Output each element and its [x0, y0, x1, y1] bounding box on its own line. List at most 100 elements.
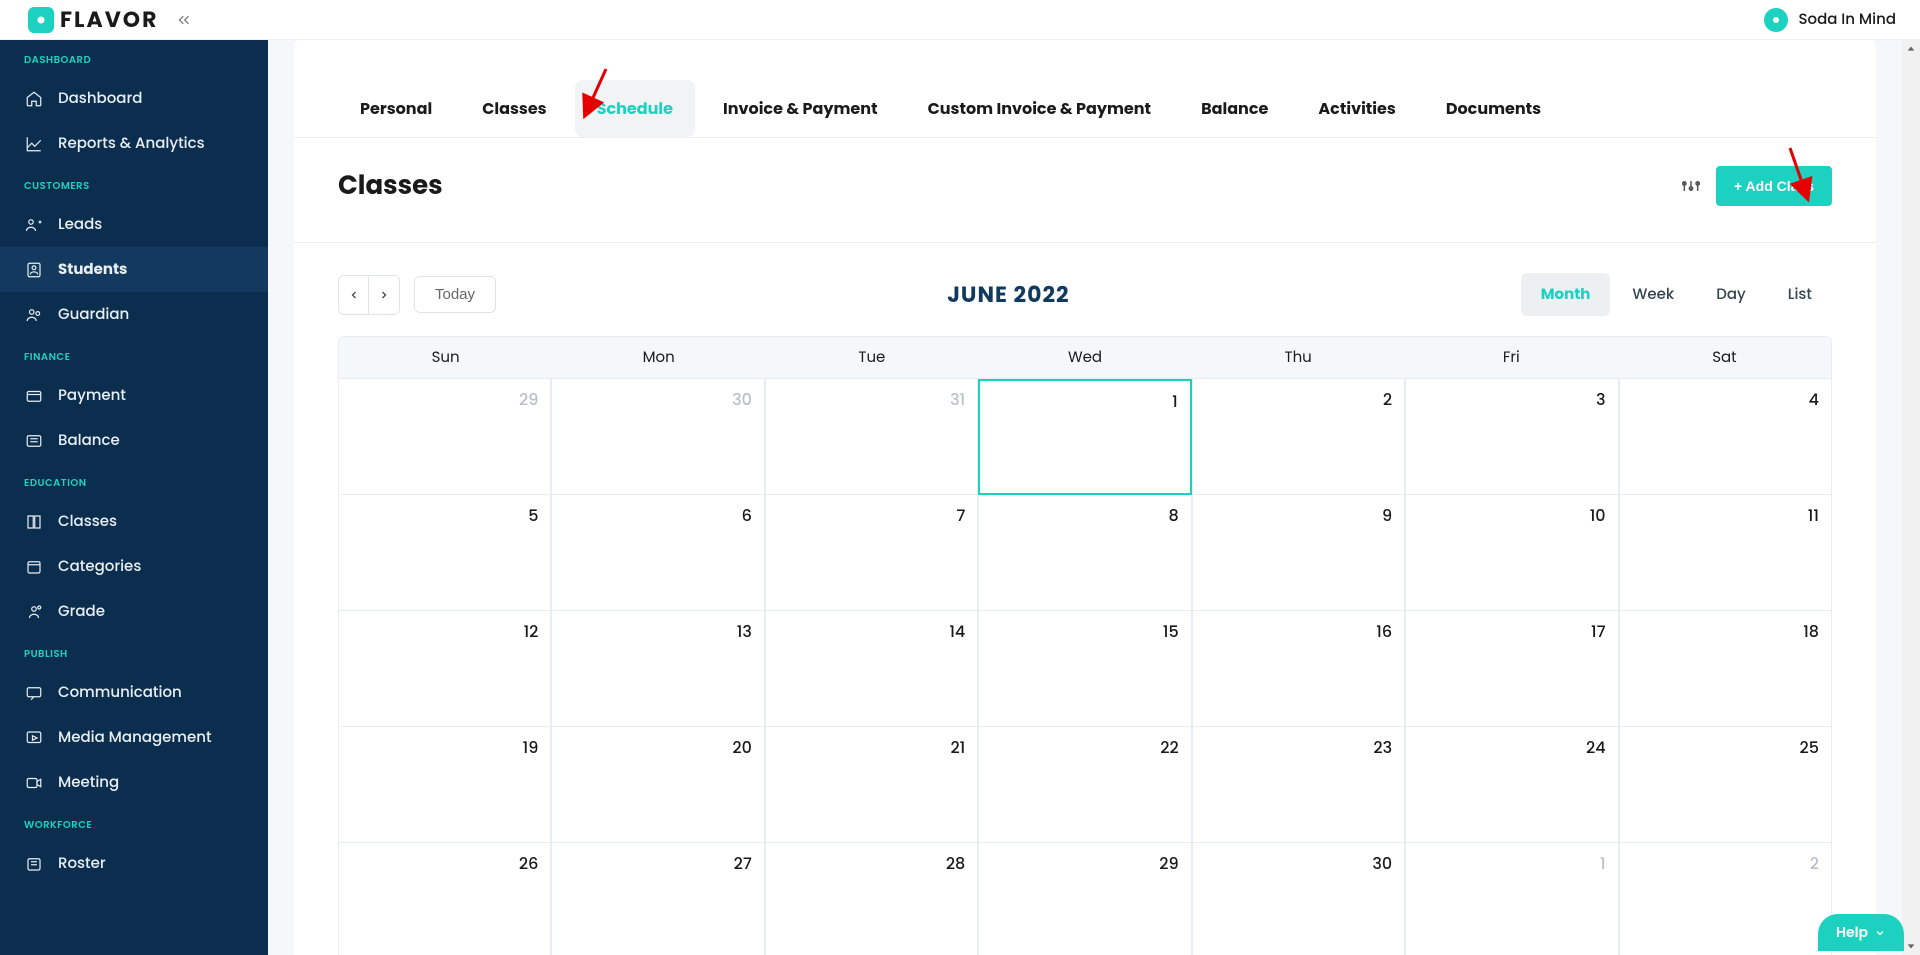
day-header-wed: Wed — [978, 337, 1191, 378]
calendar-cell[interactable]: 4 — [1619, 379, 1832, 495]
sidebar-item-meeting[interactable]: Meeting — [0, 760, 268, 805]
header-actions: + Add Class — [1680, 166, 1832, 206]
balance-icon — [24, 431, 44, 451]
tab-balance[interactable]: Balance — [1179, 80, 1290, 137]
chart-icon — [24, 134, 44, 154]
calendar-cell[interactable]: 9 — [1192, 495, 1405, 611]
collapse-sidebar-button[interactable] — [170, 6, 198, 34]
sidebar-item-label: Balance — [58, 429, 120, 452]
calendar-cell[interactable]: 1 — [978, 379, 1191, 495]
calendar-cell[interactable]: 18 — [1619, 611, 1832, 727]
today-button[interactable]: Today — [414, 276, 496, 313]
calendar-cell[interactable]: 22 — [978, 727, 1191, 843]
calendar-cell[interactable]: 8 — [978, 495, 1191, 611]
calendar-cell[interactable]: 13 — [551, 611, 764, 727]
lead-icon — [24, 215, 44, 235]
calendar-cell[interactable]: 29 — [338, 379, 551, 495]
add-class-button[interactable]: + Add Class — [1716, 166, 1832, 206]
calendar-cell[interactable]: 14 — [765, 611, 978, 727]
calendar-cell[interactable]: 29 — [978, 843, 1191, 955]
sidebar-item-payment[interactable]: Payment — [0, 373, 268, 418]
calendar-cell[interactable]: 11 — [1619, 495, 1832, 611]
calendar-cell[interactable]: 17 — [1405, 611, 1618, 727]
view-day[interactable]: Day — [1696, 273, 1766, 316]
sidebar-item-students[interactable]: Students — [0, 247, 268, 292]
sidebar: DASHBOARDDashboardReports & AnalyticsCUS… — [0, 40, 268, 955]
calendar-cell[interactable]: 12 — [338, 611, 551, 727]
sidebar-item-guardian[interactable]: Guardian — [0, 292, 268, 337]
view-list[interactable]: List — [1768, 273, 1832, 316]
calendar-cell[interactable]: 2 — [1192, 379, 1405, 495]
sidebar-item-label: Media Management — [58, 726, 212, 749]
calendar-cell[interactable]: 30 — [551, 379, 764, 495]
tab-invoice-payment[interactable]: Invoice & Payment — [701, 80, 900, 137]
tab-schedule[interactable]: Schedule — [575, 80, 695, 137]
toolbar-left: Today — [338, 275, 496, 315]
filter-icon[interactable] — [1680, 175, 1702, 197]
calendar-cell[interactable]: 21 — [765, 727, 978, 843]
scroll-up-icon[interactable] — [1902, 40, 1920, 58]
calendar-cell[interactable]: 6 — [551, 495, 764, 611]
sidebar-item-label: Communication — [58, 681, 182, 704]
calendar-cell[interactable]: 2 — [1619, 843, 1832, 955]
calendar-cell[interactable]: 23 — [1192, 727, 1405, 843]
view-month[interactable]: Month — [1521, 273, 1611, 316]
sidebar-item-grade[interactable]: Grade — [0, 589, 268, 634]
sidebar-item-categories[interactable]: Categories — [0, 544, 268, 589]
scroll-down-icon[interactable] — [1902, 937, 1920, 955]
sidebar-item-reports-analytics[interactable]: Reports & Analytics — [0, 121, 268, 166]
sidebar-item-media-management[interactable]: Media Management — [0, 715, 268, 760]
logo-area: FLAVOR — [0, 3, 198, 36]
sidebar-section-education: EDUCATION — [0, 463, 268, 499]
calendar-cell[interactable]: 25 — [1619, 727, 1832, 843]
calendar-cell[interactable]: 26 — [338, 843, 551, 955]
tab-custom-invoice-payment[interactable]: Custom Invoice & Payment — [906, 80, 1174, 137]
calendar-cell[interactable]: 19 — [338, 727, 551, 843]
calendar-cell[interactable]: 27 — [551, 843, 764, 955]
day-header-fri: Fri — [1405, 337, 1618, 378]
month-label: JUNE 2022 — [947, 278, 1069, 311]
brand-logo[interactable]: FLAVOR — [28, 3, 158, 36]
scrollbar[interactable] — [1902, 40, 1920, 955]
calendar-cell[interactable]: 10 — [1405, 495, 1618, 611]
sidebar-item-communication[interactable]: Communication — [0, 670, 268, 715]
tab-activities[interactable]: Activities — [1296, 80, 1417, 137]
day-header-tue: Tue — [765, 337, 978, 378]
calendar-cell[interactable]: 16 — [1192, 611, 1405, 727]
sidebar-item-classes[interactable]: Classes — [0, 499, 268, 544]
sidebar-item-balance[interactable]: Balance — [0, 418, 268, 463]
user-area[interactable]: Soda In Mind — [1764, 8, 1896, 32]
sidebar-item-leads[interactable]: Leads — [0, 202, 268, 247]
calendar-cell[interactable]: 3 — [1405, 379, 1618, 495]
view-week[interactable]: Week — [1612, 273, 1694, 316]
help-button[interactable]: Help — [1818, 914, 1904, 951]
calendar-toolbar: Today JUNE 2022 MonthWeekDayList — [294, 243, 1876, 336]
sidebar-item-dashboard[interactable]: Dashboard — [0, 76, 268, 121]
tab-documents[interactable]: Documents — [1424, 80, 1563, 137]
next-button[interactable] — [369, 276, 399, 314]
calendar-cell[interactable]: 28 — [765, 843, 978, 955]
sidebar-section-publish: PUBLISH — [0, 634, 268, 670]
calendar-cell[interactable]: 15 — [978, 611, 1191, 727]
calendar-cell[interactable]: 7 — [765, 495, 978, 611]
sidebar-item-roster[interactable]: Roster — [0, 841, 268, 886]
calendar-cell[interactable]: 20 — [551, 727, 764, 843]
calendar-cell[interactable]: 24 — [1405, 727, 1618, 843]
calendar-nav — [338, 275, 400, 315]
tab-classes[interactable]: Classes — [460, 80, 568, 137]
tab-personal[interactable]: Personal — [338, 80, 454, 137]
calendar-cell[interactable]: 5 — [338, 495, 551, 611]
brand-text: FLAVOR — [60, 3, 158, 36]
prev-button[interactable] — [339, 276, 369, 314]
sidebar-section-workforce: WORKFORCE — [0, 805, 268, 841]
sidebar-item-label: Dashboard — [58, 87, 142, 110]
calendar-cell[interactable]: 1 — [1405, 843, 1618, 955]
student-icon — [24, 260, 44, 280]
chevron-down-icon — [1874, 927, 1886, 939]
calendar-cell[interactable]: 31 — [765, 379, 978, 495]
calendar-cell[interactable]: 30 — [1192, 843, 1405, 955]
top-bar: FLAVOR Soda In Mind — [0, 0, 1920, 40]
view-switcher: MonthWeekDayList — [1521, 273, 1832, 316]
guardian-icon — [24, 305, 44, 325]
day-header-mon: Mon — [552, 337, 765, 378]
